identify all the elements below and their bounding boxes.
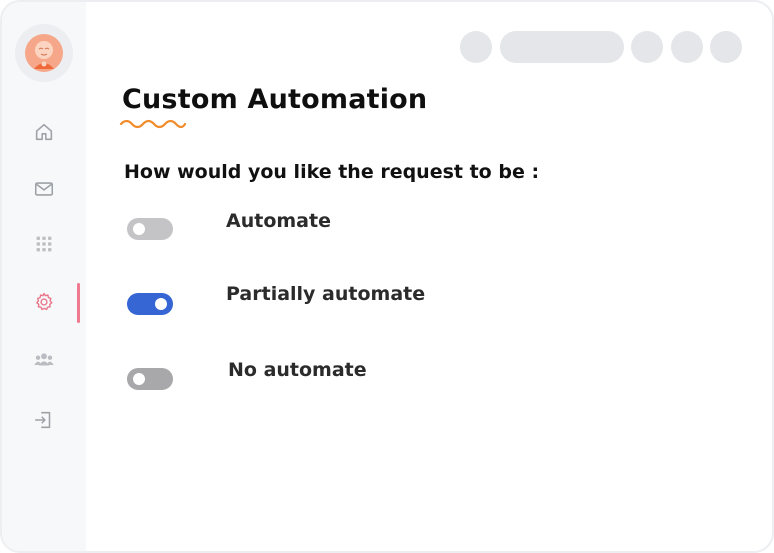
users-icon: [34, 353, 54, 366]
toggle-knob: [155, 298, 167, 310]
gear-icon: [36, 292, 53, 311]
topbar-circle-button[interactable]: [460, 31, 492, 63]
toggle-knob: [133, 373, 145, 385]
topbar-circle-button[interactable]: [671, 31, 703, 63]
page-title: Custom Automation: [122, 84, 428, 115]
topbar-circle-button[interactable]: [710, 31, 742, 63]
topbar-circle-button[interactable]: [631, 31, 663, 63]
grid-icon: [36, 236, 52, 252]
avatar-icon: [25, 34, 63, 72]
title-underline: [119, 119, 187, 129]
automation-question: How would you like the request to be :: [124, 161, 540, 183]
sidebar-item-logout[interactable]: [2, 400, 86, 440]
partially-automate-label: Partially automate: [226, 283, 426, 305]
sidebar-item-settings[interactable]: [2, 282, 86, 323]
toggle-knob: [133, 223, 145, 235]
no-automate-toggle[interactable]: [127, 368, 173, 390]
sidebar-item-team[interactable]: [2, 340, 86, 380]
sidebar-item-apps[interactable]: [2, 224, 86, 264]
logout-icon: [34, 411, 51, 429]
home-icon: [35, 123, 53, 141]
mail-icon: [34, 182, 54, 196]
sidebar: [2, 2, 86, 551]
sidebar-item-mail[interactable]: [2, 169, 86, 209]
partially-automate-toggle[interactable]: [127, 293, 173, 315]
avatar[interactable]: [15, 24, 73, 82]
automate-toggle[interactable]: [127, 218, 173, 240]
sidebar-item-home[interactable]: [2, 112, 86, 152]
no-automate-label: No automate: [228, 359, 367, 381]
app-window: Custom Automation How would you like the…: [0, 0, 774, 553]
automate-label: Automate: [226, 210, 331, 232]
topbar-search-pill[interactable]: [500, 31, 624, 63]
